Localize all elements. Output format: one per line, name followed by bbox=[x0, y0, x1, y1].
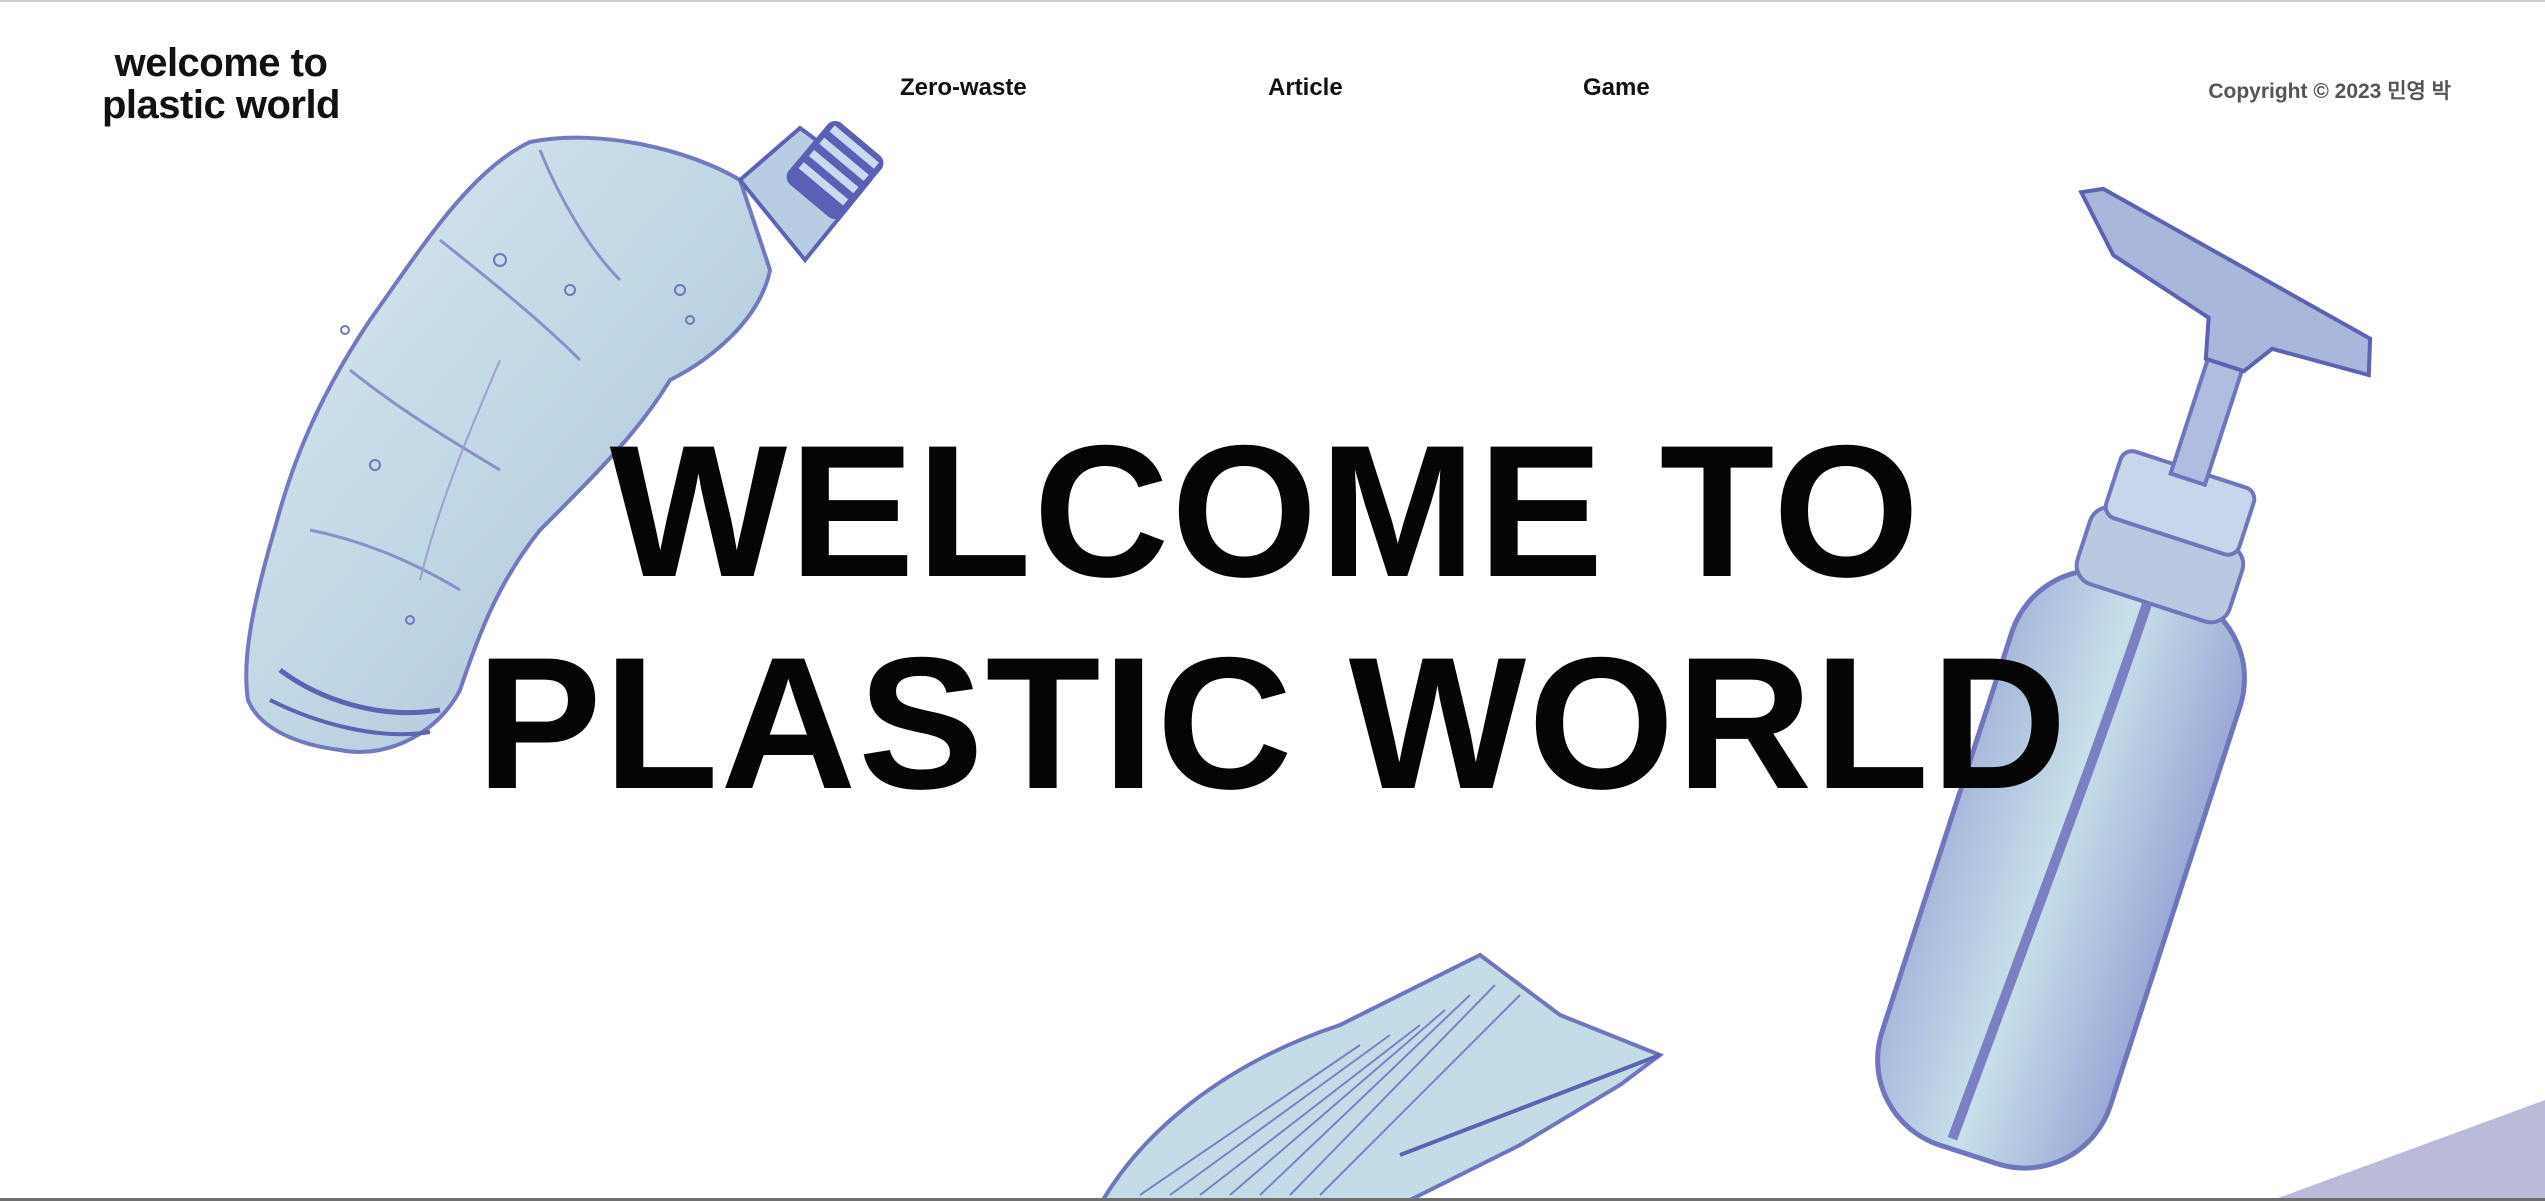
hero-title-line-2: PLASTIC WORLD bbox=[476, 618, 2069, 828]
logo-line-1: welcome to bbox=[114, 41, 328, 85]
nav-game[interactable]: Game bbox=[1583, 74, 1650, 102]
accent-shape bbox=[2270, 1100, 2545, 1201]
copyright-text: Copyright © 2023 민영 박 bbox=[2208, 80, 2451, 103]
nav-zero-waste[interactable]: Zero-waste bbox=[900, 74, 1027, 102]
nav-article[interactable]: Article bbox=[1268, 74, 1343, 102]
hero-title-line-1: WELCOME TO bbox=[609, 406, 1922, 616]
plastic-container-image bbox=[1100, 952, 1665, 1201]
top-divider bbox=[0, 0, 2545, 2]
hero-title: WELCOME TO PLASTIC WORLD bbox=[0, 405, 2545, 829]
page: welcome to plastic world Zero-waste Arti… bbox=[0, 0, 2545, 1201]
